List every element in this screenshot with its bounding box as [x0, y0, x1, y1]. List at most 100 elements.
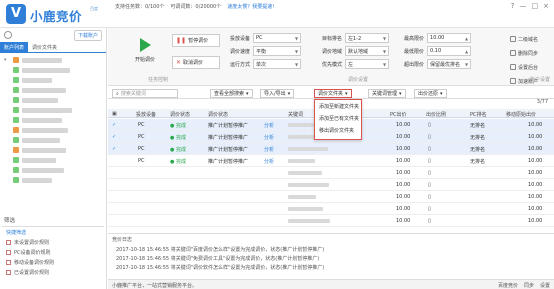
checkbox-icon[interactable]: [6, 269, 11, 275]
analyze-link[interactable]: 分析: [264, 122, 274, 129]
min-price-input[interactable]: 0.10 ▲: [427, 46, 472, 56]
baidu-link[interactable]: 百度竞价: [498, 282, 518, 289]
edit-icon[interactable]: ▯: [428, 122, 431, 128]
speed-select[interactable]: 平衡 ▼: [253, 46, 302, 56]
col-pc-price[interactable]: PC出价: [390, 111, 407, 118]
filter-item[interactable]: 未设置调价规则: [2, 237, 104, 247]
chevron-down-icon[interactable]: ▾: [4, 57, 10, 63]
checkbox-icon[interactable]: [6, 249, 11, 255]
speedup-link[interactable]: 速度太慢？我要提速！: [227, 2, 277, 12]
col-status[interactable]: 调价状态: [170, 111, 190, 118]
checkbox-icon[interactable]: [6, 259, 11, 265]
tab-folder[interactable]: 调价文件夹: [28, 42, 61, 52]
tab-account-list[interactable]: 账户列表: [0, 42, 29, 52]
tree-label: [22, 67, 70, 73]
table-row[interactable]: ✓ PC ● 完成 推广计划暂停推广 分析 10.00 ▯ 无排名 10.00: [108, 143, 554, 155]
cell-pc-rank: 无排名: [470, 135, 486, 141]
filter-item[interactable]: 移动设备调价规则: [2, 257, 104, 267]
col-mobile-price[interactable]: 移动原始出价: [506, 111, 536, 118]
target-rank-select[interactable]: 左1-2 ▼: [345, 33, 390, 43]
analyze-link[interactable]: 分析: [264, 134, 274, 141]
edit-icon[interactable]: ▯: [428, 218, 431, 224]
cell-plan: 推广计划暂停推广: [208, 159, 249, 165]
edit-icon[interactable]: ▯: [428, 158, 431, 164]
settings-backend-button[interactable]: 设置后台: [510, 60, 550, 74]
row-checkbox[interactable]: ✓: [112, 122, 116, 128]
device-select[interactable]: PC ▼: [253, 33, 302, 43]
tree-item[interactable]: [4, 85, 102, 95]
edit-icon[interactable]: ▯: [428, 182, 431, 188]
cancel-button[interactable]: ✕ 取消调价: [172, 56, 220, 69]
tree-item[interactable]: [4, 75, 102, 85]
col-device[interactable]: 投放设备: [136, 111, 156, 118]
tree-item[interactable]: [4, 125, 102, 135]
filter-label: 移动设备调价规则: [14, 259, 55, 266]
tree-item[interactable]: [4, 95, 102, 105]
subdomain-button[interactable]: 二级域名: [510, 32, 550, 46]
table-row[interactable]: PC ● 完成 推广计划暂停推广 分析 10.00 ▯ 无排名 10.00: [108, 155, 554, 167]
edit-icon[interactable]: ▯: [428, 146, 431, 152]
tree-item[interactable]: [4, 155, 102, 165]
search-icon[interactable]: [4, 31, 12, 39]
pause-button[interactable]: ❚❚ 暂停调价: [172, 34, 220, 47]
maximize-icon[interactable]: □: [532, 2, 539, 10]
keyword-search-input[interactable]: ⌕ 搜索关键词: [112, 89, 178, 98]
add-new-folder-item[interactable]: 添加至新建文件夹: [315, 100, 361, 112]
download-account-button[interactable]: 下载账户: [73, 29, 102, 41]
add-existing-folder-item[interactable]: 添加至已有文件夹: [315, 112, 361, 124]
title-bar: V 小鹿竞价 百度 支持任务数：0/100个 可调词数：0/20000个 速度太…: [0, 0, 554, 28]
table-row[interactable]: 10.00 ▯ 10.00: [108, 215, 554, 227]
help-icon[interactable]: ?: [511, 2, 515, 10]
table-row[interactable]: 10.00 ▯ 10.00: [108, 203, 554, 215]
tree-item[interactable]: [4, 115, 102, 125]
col-ratio[interactable]: 出价比例: [426, 111, 446, 118]
fail-select[interactable]: 保留最优排名 ▼: [427, 59, 472, 69]
table-row[interactable]: 10.00 ▯ 10.00: [108, 191, 554, 203]
tree-item[interactable]: [4, 135, 102, 145]
col-pc-rank[interactable]: PC排名: [470, 111, 487, 118]
keyword-manage-button[interactable]: 关键词管理 ▾: [368, 89, 406, 98]
view-all-button[interactable]: 查看全部搜索 ▾: [210, 89, 253, 98]
plan-icon: [13, 87, 19, 93]
tree-item[interactable]: [4, 65, 102, 75]
edit-icon[interactable]: ▯: [428, 170, 431, 176]
remove-folder-item[interactable]: 移出调价文件夹: [315, 124, 361, 136]
close-icon[interactable]: ×: [543, 2, 549, 10]
table-row[interactable]: 10.00 ▯ 10.00: [108, 167, 554, 179]
filter-item[interactable]: PC设备调价规则: [2, 247, 104, 257]
mode-select[interactable]: 单次 ▼: [253, 59, 302, 69]
settings-link[interactable]: 设置: [540, 282, 550, 289]
analyze-link[interactable]: 分析: [264, 146, 274, 153]
col-keyword[interactable]: 关键词: [288, 111, 303, 118]
tree-item[interactable]: ▾: [4, 55, 102, 65]
checkbox-icon[interactable]: [6, 239, 11, 245]
row-checkbox[interactable]: ✓: [112, 146, 116, 152]
edit-icon[interactable]: ▯: [428, 194, 431, 200]
tree-item[interactable]: [4, 145, 102, 155]
row-checkbox[interactable]: ✓: [112, 134, 116, 140]
tree-item[interactable]: [4, 105, 102, 115]
tree-label: [22, 167, 64, 173]
col-plan[interactable]: 调价状态: [208, 111, 228, 118]
sync-delete-button[interactable]: 删除同步: [510, 46, 550, 60]
edit-icon[interactable]: ▯: [428, 206, 431, 212]
start-button[interactable]: 开始调价: [128, 34, 162, 74]
priority-select[interactable]: 左 ▼: [345, 59, 390, 69]
quick-filter[interactable]: 快捷筛选: [2, 227, 104, 237]
edit-icon[interactable]: ▯: [428, 134, 431, 140]
tree-item[interactable]: [4, 165, 102, 175]
tree-item[interactable]: [4, 175, 102, 185]
minimize-icon[interactable]: —: [520, 2, 527, 10]
reset-price-button[interactable]: 出价还原 ▾: [414, 89, 447, 98]
region-select[interactable]: 默认地域 ▼: [345, 46, 390, 56]
sync-link[interactable]: 同步: [524, 282, 534, 289]
folder-button[interactable]: 调价文件夹 ▾: [314, 89, 352, 98]
max-price-input[interactable]: 10.00 ▲: [427, 33, 472, 43]
cell-mobile-price: 10.00: [528, 170, 543, 176]
analyze-link[interactable]: 分析: [264, 158, 274, 165]
import-export-button[interactable]: 导入/导出 ▾: [260, 89, 295, 98]
header-checkbox[interactable]: ▣: [112, 111, 117, 117]
filter-item[interactable]: 已设置调价规则: [2, 267, 104, 277]
table-row[interactable]: 10.00 ▯ 10.00: [108, 179, 554, 191]
cell-pc-rank: 无排名: [470, 159, 486, 165]
